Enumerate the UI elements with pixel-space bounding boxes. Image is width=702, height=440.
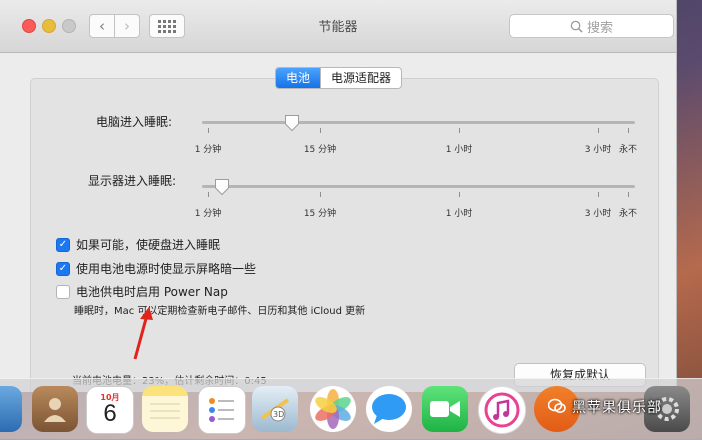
photos-icon[interactable] bbox=[310, 386, 356, 432]
checkmark-icon: ✓ bbox=[58, 262, 68, 274]
title-bar: ‹ › 节能器 搜索 bbox=[0, 0, 676, 53]
tick-label: 永不 bbox=[618, 209, 638, 219]
computer-sleep-slider-track[interactable] bbox=[202, 121, 635, 124]
search-field[interactable]: 搜索 bbox=[509, 14, 674, 38]
tick-label: 3 小时 bbox=[584, 209, 612, 219]
tick-label: 15 分钟 bbox=[303, 209, 337, 219]
slider-tick bbox=[320, 128, 321, 133]
itunes-icon[interactable] bbox=[478, 386, 526, 434]
annotation-arrow-icon bbox=[133, 307, 153, 360]
tick-label: 1 分钟 bbox=[194, 145, 222, 155]
maps-pin-icon: 3D bbox=[260, 398, 290, 422]
option-label: 如果可能，使硬盘进入睡眠 bbox=[76, 238, 221, 252]
calendar-day: 6 bbox=[103, 400, 117, 427]
calendar-icon[interactable]: 10月 6 bbox=[86, 386, 134, 434]
contacts-person-icon bbox=[44, 398, 66, 422]
option-hard-disk-sleep[interactable]: ✓ 如果可能，使硬盘进入睡眠 bbox=[56, 236, 220, 253]
dock-app-partial-icon[interactable] bbox=[0, 386, 22, 432]
messages-bubble-icon bbox=[372, 394, 406, 424]
reminders-list-icon bbox=[209, 398, 234, 422]
energy-saver-window: ‹ › 节能器 搜索 电池 电源适配器 电脑进入睡眠: 1 分钟 15 分钟 1… bbox=[0, 0, 677, 392]
display-sleep-slider-track[interactable] bbox=[202, 185, 635, 188]
option-power-nap[interactable]: 电池供电时启用 Power Nap bbox=[56, 283, 228, 300]
option-label: 使用电池电源时使显示屏略暗一些 bbox=[76, 262, 257, 276]
slider-tick bbox=[628, 128, 629, 133]
checkbox-checked[interactable]: ✓ bbox=[56, 261, 70, 276]
tab-power-adapter[interactable]: 电源适配器 bbox=[320, 68, 401, 88]
checkbox-checked[interactable]: ✓ bbox=[56, 237, 70, 252]
display-sleep-slider-thumb[interactable] bbox=[214, 178, 230, 196]
slider-tick bbox=[598, 192, 599, 197]
facetime-icon[interactable] bbox=[422, 386, 468, 432]
computer-sleep-slider-thumb[interactable] bbox=[284, 114, 300, 132]
wechat-logo-icon bbox=[548, 398, 566, 413]
display-sleep-label: 显示器进入睡眠: bbox=[88, 174, 177, 188]
maps-icon[interactable]: 3D bbox=[252, 386, 298, 432]
tick-label: 永不 bbox=[618, 145, 638, 155]
tab-battery[interactable]: 电池 bbox=[276, 68, 321, 88]
checkmark-icon: ✓ bbox=[58, 238, 68, 250]
messages-icon[interactable] bbox=[366, 386, 412, 432]
music-note-icon bbox=[484, 392, 520, 428]
power-source-tabs: 电池 电源适配器 bbox=[275, 67, 403, 89]
power-nap-description: 睡眠时，Mac 可以定期检查新电子邮件、日历和其他 iCloud 更新 bbox=[74, 306, 366, 317]
watermark-text: 黑苹果俱乐部 bbox=[572, 400, 662, 416]
checkbox-unchecked[interactable] bbox=[56, 284, 70, 299]
svg-text:3D: 3D bbox=[273, 410, 284, 419]
tick-label: 15 分钟 bbox=[303, 145, 337, 155]
tick-label: 1 小时 bbox=[445, 209, 473, 219]
slider-tick bbox=[459, 192, 460, 197]
photos-flower-icon bbox=[315, 389, 351, 429]
slider-tick bbox=[208, 128, 209, 133]
reminders-icon[interactable] bbox=[198, 386, 246, 434]
slider-tick bbox=[459, 128, 460, 133]
search-placeholder: 搜索 bbox=[586, 20, 613, 36]
tick-label: 3 小时 bbox=[584, 145, 612, 155]
notes-lines-icon bbox=[150, 403, 180, 419]
video-camera-icon bbox=[430, 401, 460, 417]
computer-sleep-label: 电脑进入睡眠: bbox=[96, 115, 173, 129]
contacts-icon[interactable] bbox=[32, 386, 78, 432]
slider-tick bbox=[628, 192, 629, 197]
option-dim-display[interactable]: ✓ 使用电池电源时使显示屏略暗一些 bbox=[56, 260, 256, 277]
tick-label: 1 分钟 bbox=[194, 209, 222, 219]
search-icon bbox=[570, 20, 583, 33]
slider-tick bbox=[208, 192, 209, 197]
slider-tick bbox=[320, 192, 321, 197]
tick-label: 1 小时 bbox=[445, 145, 473, 155]
calendar-month: 10月 bbox=[100, 393, 120, 402]
slider-tick bbox=[598, 128, 599, 133]
notes-icon[interactable] bbox=[142, 386, 188, 432]
option-label: 电池供电时启用 Power Nap bbox=[76, 285, 228, 299]
